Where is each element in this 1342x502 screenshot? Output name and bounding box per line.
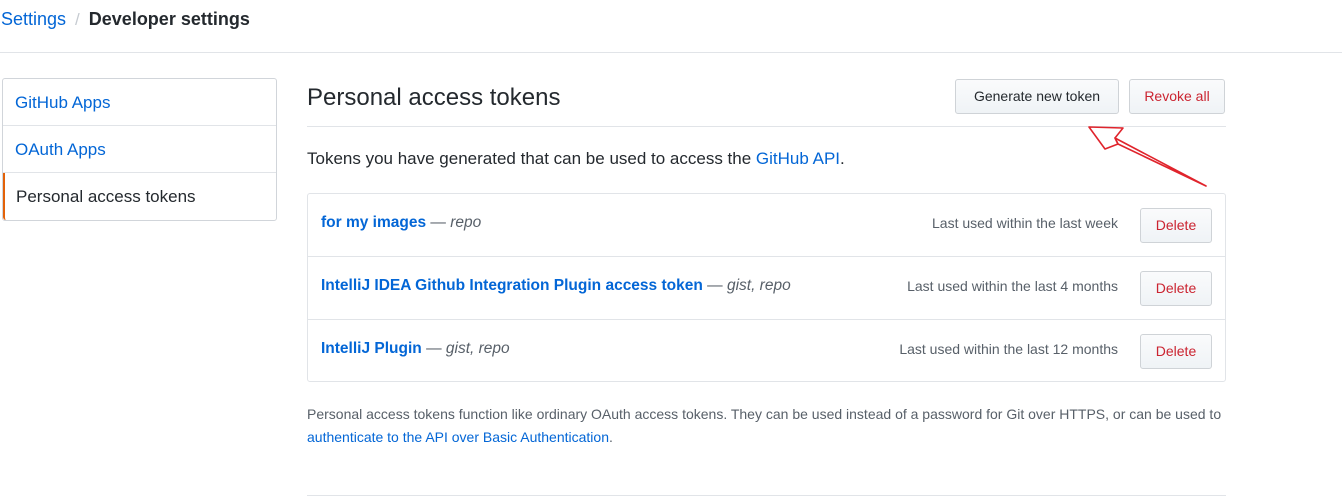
token-name-link[interactable]: for my images — repo — [321, 214, 481, 232]
token-row: for my images — repo Last used within th… — [308, 194, 1225, 257]
token-scopes: repo — [450, 214, 482, 231]
page-title: Personal access tokens — [307, 84, 561, 111]
breadcrumb-separator: / — [75, 9, 80, 29]
token-name[interactable]: for my images — [321, 214, 426, 231]
token-name-link[interactable]: IntelliJ Plugin — gist, repo — [321, 340, 510, 358]
breadcrumb-settings-link[interactable]: Settings — [1, 9, 66, 30]
basic-auth-link[interactable]: authenticate to the API over Basic Authe… — [307, 429, 609, 445]
breadcrumb-current: Developer settings — [88, 9, 250, 29]
sidebar-item-oauth-apps[interactable]: OAuth Apps — [3, 126, 276, 173]
token-dash: — — [421, 340, 446, 357]
generate-new-token-button[interactable]: Generate new token — [955, 79, 1119, 114]
token-name[interactable]: IntelliJ Plugin — [321, 340, 422, 357]
token-dash: — — [426, 214, 451, 231]
token-scopes: gist, repo — [726, 277, 791, 294]
sidebar-item-personal-access-tokens[interactable]: Personal access tokens — [3, 173, 276, 220]
token-list: for my images — repo Last used within th… — [307, 193, 1226, 382]
token-name-link[interactable]: IntelliJ IDEA Github Integration Plugin … — [321, 277, 791, 295]
delete-token-button[interactable]: Delete — [1140, 271, 1212, 306]
annotation-arrow-icon — [1088, 126, 1207, 187]
github-api-link[interactable]: GitHub API — [756, 149, 840, 168]
sidebar-item-github-apps[interactable]: GitHub Apps — [3, 79, 276, 126]
token-last-used: Last used within the last week — [932, 215, 1118, 231]
token-row: IntelliJ Plugin — gist, repo Last used w… — [308, 320, 1225, 383]
tokens-description: Tokens you have generated that can be us… — [307, 149, 845, 169]
token-row: IntelliJ IDEA Github Integration Plugin … — [308, 257, 1225, 320]
revoke-all-button[interactable]: Revoke all — [1129, 79, 1225, 114]
footnote-text: Personal access tokens function like ord… — [307, 406, 1222, 422]
token-last-used: Last used within the last 4 months — [907, 278, 1118, 294]
divider — [307, 495, 1226, 496]
token-name[interactable]: IntelliJ IDEA Github Integration Plugin … — [321, 277, 703, 294]
tokens-description-text: Tokens you have generated that can be us… — [307, 149, 756, 168]
sidebar-menu: GitHub Apps OAuth Apps Personal access t… — [2, 78, 277, 221]
tokens-footnote: Personal access tokens function like ord… — [307, 403, 1226, 449]
token-dash: — — [702, 277, 727, 294]
token-last-used: Last used within the last 12 months — [899, 341, 1118, 357]
breadcrumb: Settings / Developer settings — [0, 0, 1342, 53]
token-scopes: gist, repo — [445, 340, 510, 357]
footnote-suffix: . — [608, 429, 613, 445]
delete-token-button[interactable]: Delete — [1140, 208, 1212, 243]
delete-token-button[interactable]: Delete — [1140, 334, 1212, 369]
tokens-description-suffix: . — [840, 149, 845, 168]
